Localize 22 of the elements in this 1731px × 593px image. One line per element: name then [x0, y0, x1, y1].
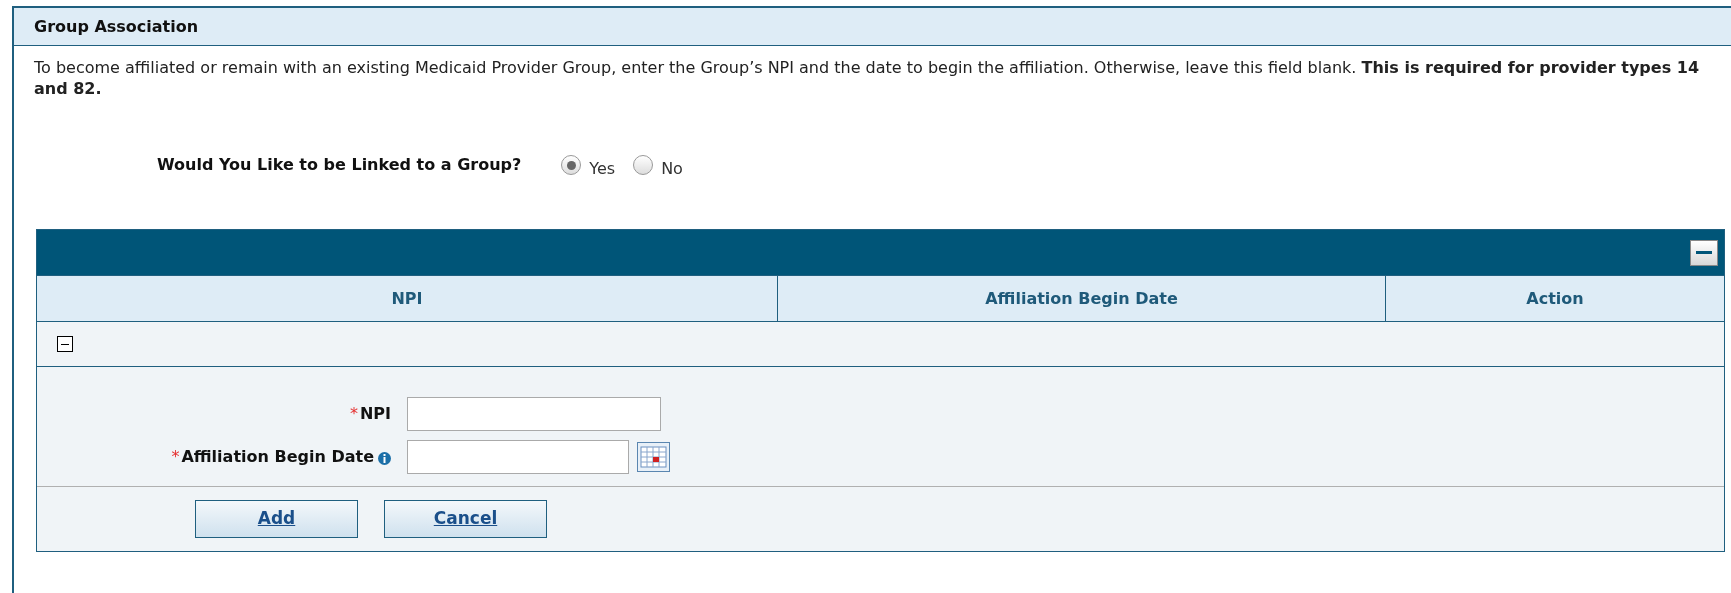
input-field[interactable] [407, 397, 661, 431]
radio-label: No [661, 158, 683, 180]
action-button[interactable]: Add [195, 500, 358, 538]
column-header: Action [1525, 287, 1585, 310]
radio-button[interactable] [561, 155, 582, 175]
input-field[interactable] [407, 440, 629, 474]
column-header: Affiliation Begin Date [778, 276, 1386, 321]
question-label: Would You Like to be Linked to a Group? [157, 154, 522, 176]
radio-label: Yes [589, 158, 616, 180]
field-label: Affiliation Begin Date [181, 446, 374, 468]
collapse-row-icon[interactable] [57, 336, 73, 352]
column-header: NPI [37, 276, 778, 321]
description-text: To become affiliated or remain with an existing Medicaid Provider Group, enter the Group’s NPI and the date to begin the affiliation. Otherwise, leave this field blank. This is required for provider types 14 and 82. [33, 57, 1700, 99]
calendar-icon[interactable] [637, 442, 670, 472]
collapse-button[interactable] [1690, 239, 1718, 266]
required-marker: * [349, 403, 358, 425]
required-marker: * [171, 446, 180, 468]
info-icon[interactable] [378, 452, 391, 465]
action-button[interactable]: Cancel [384, 500, 547, 538]
radio-button[interactable] [633, 155, 654, 175]
field-label: NPI [359, 403, 391, 425]
section-title: Group Association [34, 15, 199, 38]
